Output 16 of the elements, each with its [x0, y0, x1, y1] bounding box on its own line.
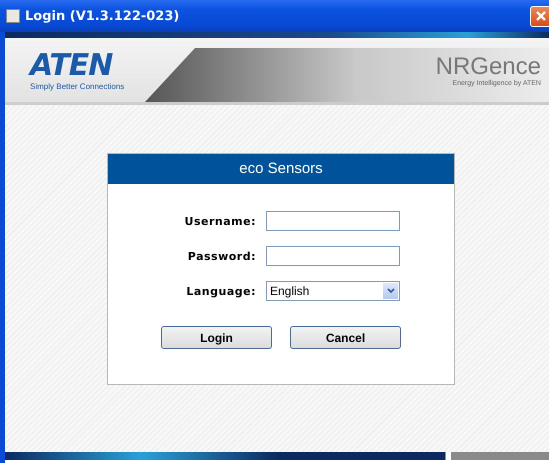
username-field[interactable]	[266, 211, 400, 231]
app-icon	[6, 9, 20, 23]
close-button[interactable]	[530, 6, 549, 26]
logo-tagline: Simply Better Connections	[30, 82, 124, 90]
logo: NRGence	[436, 54, 541, 80]
window-title: Login (V1.3.122-023)	[25, 8, 180, 24]
password-field[interactable]	[266, 246, 400, 266]
field-label: Password:	[186, 250, 257, 262]
close-icon	[534, 10, 546, 22]
dialog-button[interactable]: Cancel	[290, 326, 401, 349]
language-dropdown[interactable]: English	[266, 281, 400, 301]
panel-title: eco Sensors	[108, 154, 454, 184]
logo: ATEN	[30, 50, 112, 82]
field-label: Username:	[184, 214, 257, 228]
field-label: Language:	[185, 284, 257, 298]
dialog-button[interactable]: Login	[161, 326, 272, 349]
